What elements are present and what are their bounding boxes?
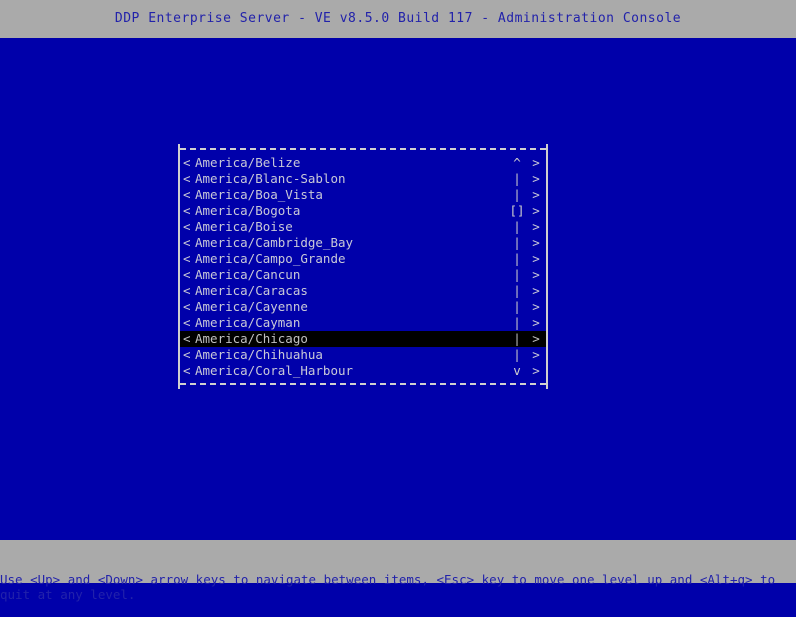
terminal-canvas: < America/Belize ^ > < America/Blanc-Sablon | >… [0,38,796,540]
list-item[interactable]: < America/Caracas | > [180,283,546,299]
left-arrow-icon: < [183,347,191,362]
scrollbar-cell[interactable]: | [506,299,528,315]
list-item-label: America/Chicago [195,331,308,346]
right-arrow-icon: > [532,347,540,362]
list-item[interactable]: < America/Cambridge_Bay | > [180,235,546,251]
scrollbar-cell[interactable]: | [506,331,528,347]
scrollbar-cell[interactable]: | [506,235,528,251]
list-item[interactable]: < America/Coral_Harbour v > [180,363,546,379]
list-item-label: America/Cayman [195,315,301,330]
list-item-label: America/Campo_Grande [195,251,346,266]
left-arrow-icon: < [183,315,191,330]
right-arrow-icon: > [532,155,540,170]
list-item[interactable]: < America/Belize ^ > [180,155,546,171]
dialog-bottom-border [180,379,546,389]
right-arrow-icon: > [532,235,540,250]
scrollbar-cell[interactable]: | [506,171,528,187]
left-arrow-icon: < [183,187,191,202]
list-item-label: America/Cancun [195,267,301,282]
right-arrow-icon: > [532,187,540,202]
list-item[interactable]: < America/Chihuahua | > [180,347,546,363]
left-arrow-icon: < [183,331,191,346]
scrollbar-cell[interactable]: | [506,315,528,331]
scrollbar-cell[interactable]: | [506,283,528,299]
left-arrow-icon: < [183,251,191,266]
left-arrow-icon: < [183,219,191,234]
list-item-label: America/Blanc-Sablon [195,171,346,186]
list-item-label: America/Coral_Harbour [195,363,354,378]
right-arrow-icon: > [532,363,540,378]
right-arrow-icon: > [532,331,540,346]
scrollbar-cell[interactable]: v [506,363,528,379]
right-arrow-icon: > [532,219,540,234]
list-item[interactable]: < America/Cayman | > [180,315,546,331]
list-item[interactable]: < America/Bogota [] > [180,203,546,219]
list-item-label: America/Boise [195,219,293,234]
left-arrow-icon: < [183,283,191,298]
scrollbar-cell[interactable]: [] [506,203,528,219]
list-item[interactable]: < America/Chicago | > [180,331,546,347]
left-arrow-icon: < [183,299,191,314]
right-arrow-icon: > [532,267,540,282]
right-arrow-icon: > [532,299,540,314]
right-arrow-icon: > [532,251,540,266]
list-item-label: America/Bogota [195,203,301,218]
left-arrow-icon: < [183,203,191,218]
scrollbar-cell[interactable]: ^ [506,155,528,171]
right-arrow-icon: > [532,171,540,186]
status-bar: Use <Up> and <Down> arrow keys to naviga… [0,540,796,601]
left-arrow-icon: < [183,267,191,282]
list-item[interactable]: < America/Blanc-Sablon | > [180,171,546,187]
list-item-label: America/Chihuahua [195,347,323,362]
window-title-bar: DDP Enterprise Server - VE v8.5.0 Build … [0,0,796,38]
list-item-label: America/Cayenne [195,299,308,314]
status-bar-text: Use <Up> and <Down> arrow keys to naviga… [0,572,783,602]
scrollbar-cell[interactable]: | [506,251,528,267]
list-item[interactable]: < America/Boise | > [180,219,546,235]
list-item[interactable]: < America/Boa_Vista | > [180,187,546,203]
list-item-label: America/Belize [195,155,301,170]
scrollbar-cell[interactable]: | [506,187,528,203]
dialog-top-border [180,144,546,154]
list-item-label: America/Caracas [195,283,308,298]
list-item-label: America/Boa_Vista [195,187,323,202]
scrollbar-cell[interactable]: | [506,219,528,235]
scrollbar-cell[interactable]: | [506,347,528,363]
list-item-label: America/Cambridge_Bay [195,235,354,250]
left-arrow-icon: < [183,363,191,378]
left-arrow-icon: < [183,235,191,250]
scrollbar-cell[interactable]: | [506,267,528,283]
right-arrow-icon: > [532,315,540,330]
timezone-list[interactable]: < America/Belize ^ > < America/Blanc-Sablon | >… [180,154,546,379]
right-arrow-icon: > [532,203,540,218]
right-arrow-icon: > [532,283,540,298]
list-item[interactable]: < America/Cancun | > [180,267,546,283]
timezone-list-dialog[interactable]: < America/Belize ^ > < America/Blanc-Sablon | >… [178,144,548,389]
left-arrow-icon: < [183,155,191,170]
list-item[interactable]: < America/Cayenne | > [180,299,546,315]
left-arrow-icon: < [183,171,191,186]
list-item[interactable]: < America/Campo_Grande | > [180,251,546,267]
